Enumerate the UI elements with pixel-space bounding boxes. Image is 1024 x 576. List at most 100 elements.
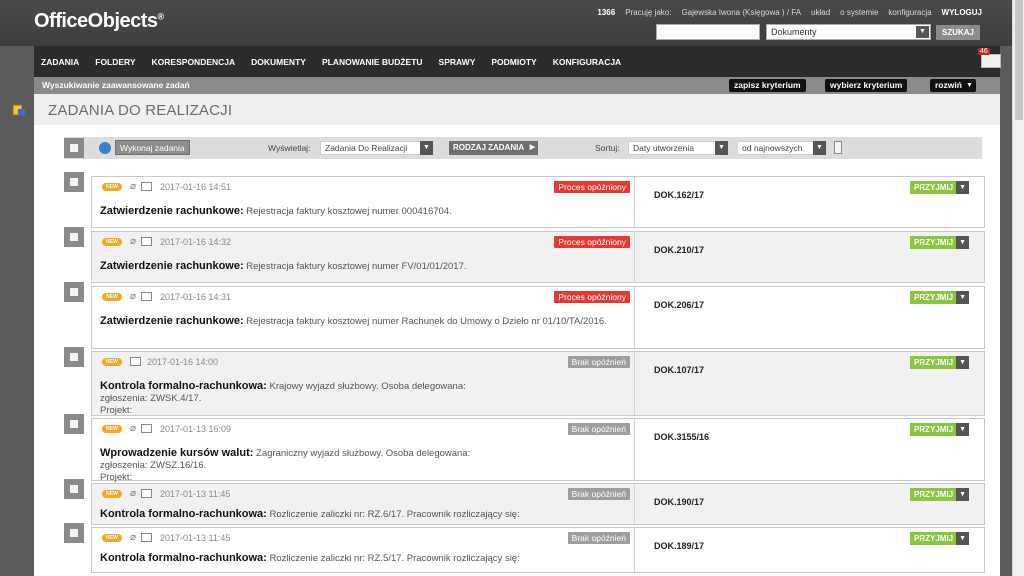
task-card[interactable]: NEW ⌀ 2017-01-16 14:32 Proces opóźniony …: [91, 231, 985, 283]
nav-item-zadania[interactable]: ZADANIA: [41, 57, 79, 67]
logout-link[interactable]: WYLOGUJ: [942, 8, 982, 17]
expand-button[interactable]: rozwiń ▼: [930, 79, 976, 92]
search-button[interactable]: SZUKAJ: [936, 25, 980, 40]
row-checkbox[interactable]: [64, 172, 84, 192]
chevron-down-icon: ▼: [956, 181, 970, 194]
document-number[interactable]: DOK.3155/16: [654, 432, 709, 442]
mailbox-button[interactable]: 46: [978, 48, 1004, 70]
task-main: NEW ⌀ 2017-01-13 16:09 Brak opóźnień Wpr…: [92, 419, 635, 483]
nav-item-foldery[interactable]: FOLDERY: [95, 57, 135, 67]
task-description[interactable]: Zatwierdzenie rachunkowe: Rejestracja fa…: [100, 315, 620, 328]
nav-item-konfiguracja[interactable]: KONFIGURACJA: [553, 57, 621, 67]
sort-select[interactable]: Daty utworzenia ▼: [628, 141, 728, 155]
side-tools-icon[interactable]: [12, 103, 26, 117]
task-card[interactable]: NEW ⌀ 2017-01-13 11:45 Brak opóźnień Kon…: [91, 527, 985, 573]
layout-link[interactable]: układ: [811, 8, 830, 17]
document-icon[interactable]: [141, 424, 152, 433]
document-number[interactable]: DOK.189/17: [654, 541, 704, 551]
attachment-icon[interactable]: ⌀: [130, 532, 136, 543]
task-description[interactable]: Zatwierdzenie rachunkowe: Rejestracja fa…: [100, 205, 620, 218]
nav-item-podmioty[interactable]: PODMIOTY: [491, 57, 536, 67]
attachment-icon[interactable]: ⌀: [130, 181, 136, 192]
new-badge-icon: NEW: [102, 490, 122, 498]
task-card[interactable]: NEW ⌀ 2017-01-16 14:51 Proces opóźniony …: [91, 176, 985, 228]
advanced-search-label[interactable]: Wyszukiwanie zaawansowane zadań: [42, 80, 190, 90]
task-title: Zatwierdzenie rachunkowe:: [100, 260, 244, 272]
document-number[interactable]: DOK.206/17: [654, 300, 704, 310]
task-card[interactable]: NEW ⌀ 2017-01-16 14:31 Proces opóźniony …: [91, 286, 985, 349]
display-select[interactable]: Zadania Do Realizacji ▼: [320, 141, 433, 155]
accept-button[interactable]: PRZYJMIJ ▼: [910, 423, 970, 436]
document-icon[interactable]: [141, 182, 152, 191]
accept-button[interactable]: PRZYJMIJ ▼: [910, 181, 970, 194]
select-all-checkbox[interactable]: [64, 138, 84, 158]
task-description[interactable]: Kontrola formalno-rachunkowa: Krajowy wy…: [100, 380, 620, 417]
task-card[interactable]: NEW 2017-01-16 14:00 Brak opóźnień Kontr…: [91, 351, 985, 416]
config-link[interactable]: konfiguracja: [888, 8, 931, 17]
task-description[interactable]: Zatwierdzenie rachunkowe: Rejestracja fa…: [100, 260, 620, 273]
nav-item-planowanie[interactable]: PLANOWANIE BUDŻETU: [322, 57, 423, 67]
scrollbar-thumb[interactable]: [1015, 0, 1023, 120]
execute-tasks-button[interactable]: Wykonaj zadania: [115, 140, 190, 155]
task-card[interactable]: NEW ⌀ 2017-01-13 11:45 Brak opóźnień Kon…: [91, 483, 985, 525]
task-row[interactable]: NEW ⌀ 2017-01-13 11:45 Brak opóźnień Kon…: [64, 523, 985, 573]
nav-item-korespondencja[interactable]: KORESPONDENCJA: [152, 57, 236, 67]
row-checkbox[interactable]: [64, 414, 84, 434]
document-icon[interactable]: [141, 533, 152, 542]
new-badge-icon: NEW: [102, 293, 122, 301]
task-type-button[interactable]: RODZAJ ZADANIA ▶: [449, 141, 539, 155]
page-scrollbar[interactable]: [1012, 0, 1024, 576]
row-checkbox[interactable]: [64, 523, 84, 543]
task-row[interactable]: NEW ⌀ 2017-01-16 14:51 Proces opóźniony …: [64, 172, 985, 228]
search-scope-select[interactable]: Dokumenty ▼: [766, 24, 931, 40]
chevron-down-icon: ▼: [956, 423, 970, 436]
chevron-down-icon: ▼: [956, 532, 970, 545]
accept-button[interactable]: PRZYJMIJ ▼: [910, 291, 970, 304]
save-criteria-button[interactable]: zapisz kryterium: [729, 79, 806, 92]
attachment-icon[interactable]: ⌀: [130, 236, 136, 247]
document-icon[interactable]: [141, 292, 152, 301]
accept-button[interactable]: PRZYJMIJ ▼: [910, 488, 970, 501]
current-user[interactable]: Gajewska Iwona (Księgowa ) / FA: [681, 8, 801, 17]
attachment-icon[interactable]: ⌀: [130, 488, 136, 499]
order-select[interactable]: od najnowszych ▼: [737, 141, 826, 155]
choose-criteria-button[interactable]: wybierz kryterium: [825, 79, 908, 92]
task-row[interactable]: NEW ⌀ 2017-01-13 11:45 Brak opóźnień Kon…: [64, 479, 985, 525]
attachment-icon[interactable]: ⌀: [130, 423, 136, 434]
task-row[interactable]: NEW 2017-01-16 14:00 Brak opóźnień Kontr…: [64, 347, 985, 416]
document-number[interactable]: DOK.162/17: [654, 190, 704, 200]
chevron-down-icon: ▼: [420, 141, 433, 155]
row-checkbox[interactable]: [64, 282, 84, 302]
app-logo[interactable]: OfficeObjects®: [34, 10, 164, 33]
accept-button[interactable]: PRZYJMIJ ▼: [910, 532, 970, 545]
task-card[interactable]: NEW ⌀ 2017-01-13 16:09 Brak opóźnień Wpr…: [91, 418, 985, 483]
document-number[interactable]: DOK.107/17: [654, 365, 704, 375]
refresh-icon[interactable]: [99, 142, 111, 154]
task-row[interactable]: NEW ⌀ 2017-01-13 16:09 Brak opóźnień Wpr…: [64, 414, 985, 483]
document-icon[interactable]: [141, 489, 152, 498]
accept-button[interactable]: PRZYJMIJ ▼: [910, 356, 970, 369]
task-row[interactable]: NEW ⌀ 2017-01-16 14:32 Proces opóźniony …: [64, 227, 985, 283]
document-number[interactable]: DOK.190/17: [654, 497, 704, 507]
document-icon[interactable]: [141, 237, 152, 246]
chevron-down-icon: ▼: [956, 291, 970, 304]
nav-item-sprawy[interactable]: SPRAWY: [439, 57, 476, 67]
accept-label: PRZYJMIJ: [914, 238, 954, 247]
task-description[interactable]: Kontrola formalno-rachunkowa: Rozliczeni…: [100, 508, 620, 521]
search-scope-value: Dokumenty: [771, 27, 817, 37]
accept-button[interactable]: PRZYJMIJ ▼: [910, 236, 970, 249]
search-input[interactable]: [656, 24, 760, 40]
task-description[interactable]: Kontrola formalno-rachunkowa: Rozliczeni…: [100, 552, 620, 565]
attachment-icon[interactable]: ⌀: [130, 291, 136, 302]
calendar-icon[interactable]: [834, 141, 842, 154]
task-row[interactable]: NEW ⌀ 2017-01-16 14:31 Proces opóźniony …: [64, 282, 985, 349]
top-header: OfficeObjects® 1366 Pracuję jako: Gajews…: [0, 0, 1012, 46]
about-link[interactable]: o systemie: [840, 8, 878, 17]
document-icon[interactable]: [130, 357, 141, 366]
chevron-down-icon: ▼: [965, 82, 973, 89]
nav-item-dokumenty[interactable]: DOKUMENTY: [251, 57, 306, 67]
row-checkbox[interactable]: [64, 227, 84, 247]
row-checkbox[interactable]: [64, 479, 84, 499]
row-checkbox[interactable]: [64, 347, 84, 367]
document-number[interactable]: DOK.210/17: [654, 245, 704, 255]
